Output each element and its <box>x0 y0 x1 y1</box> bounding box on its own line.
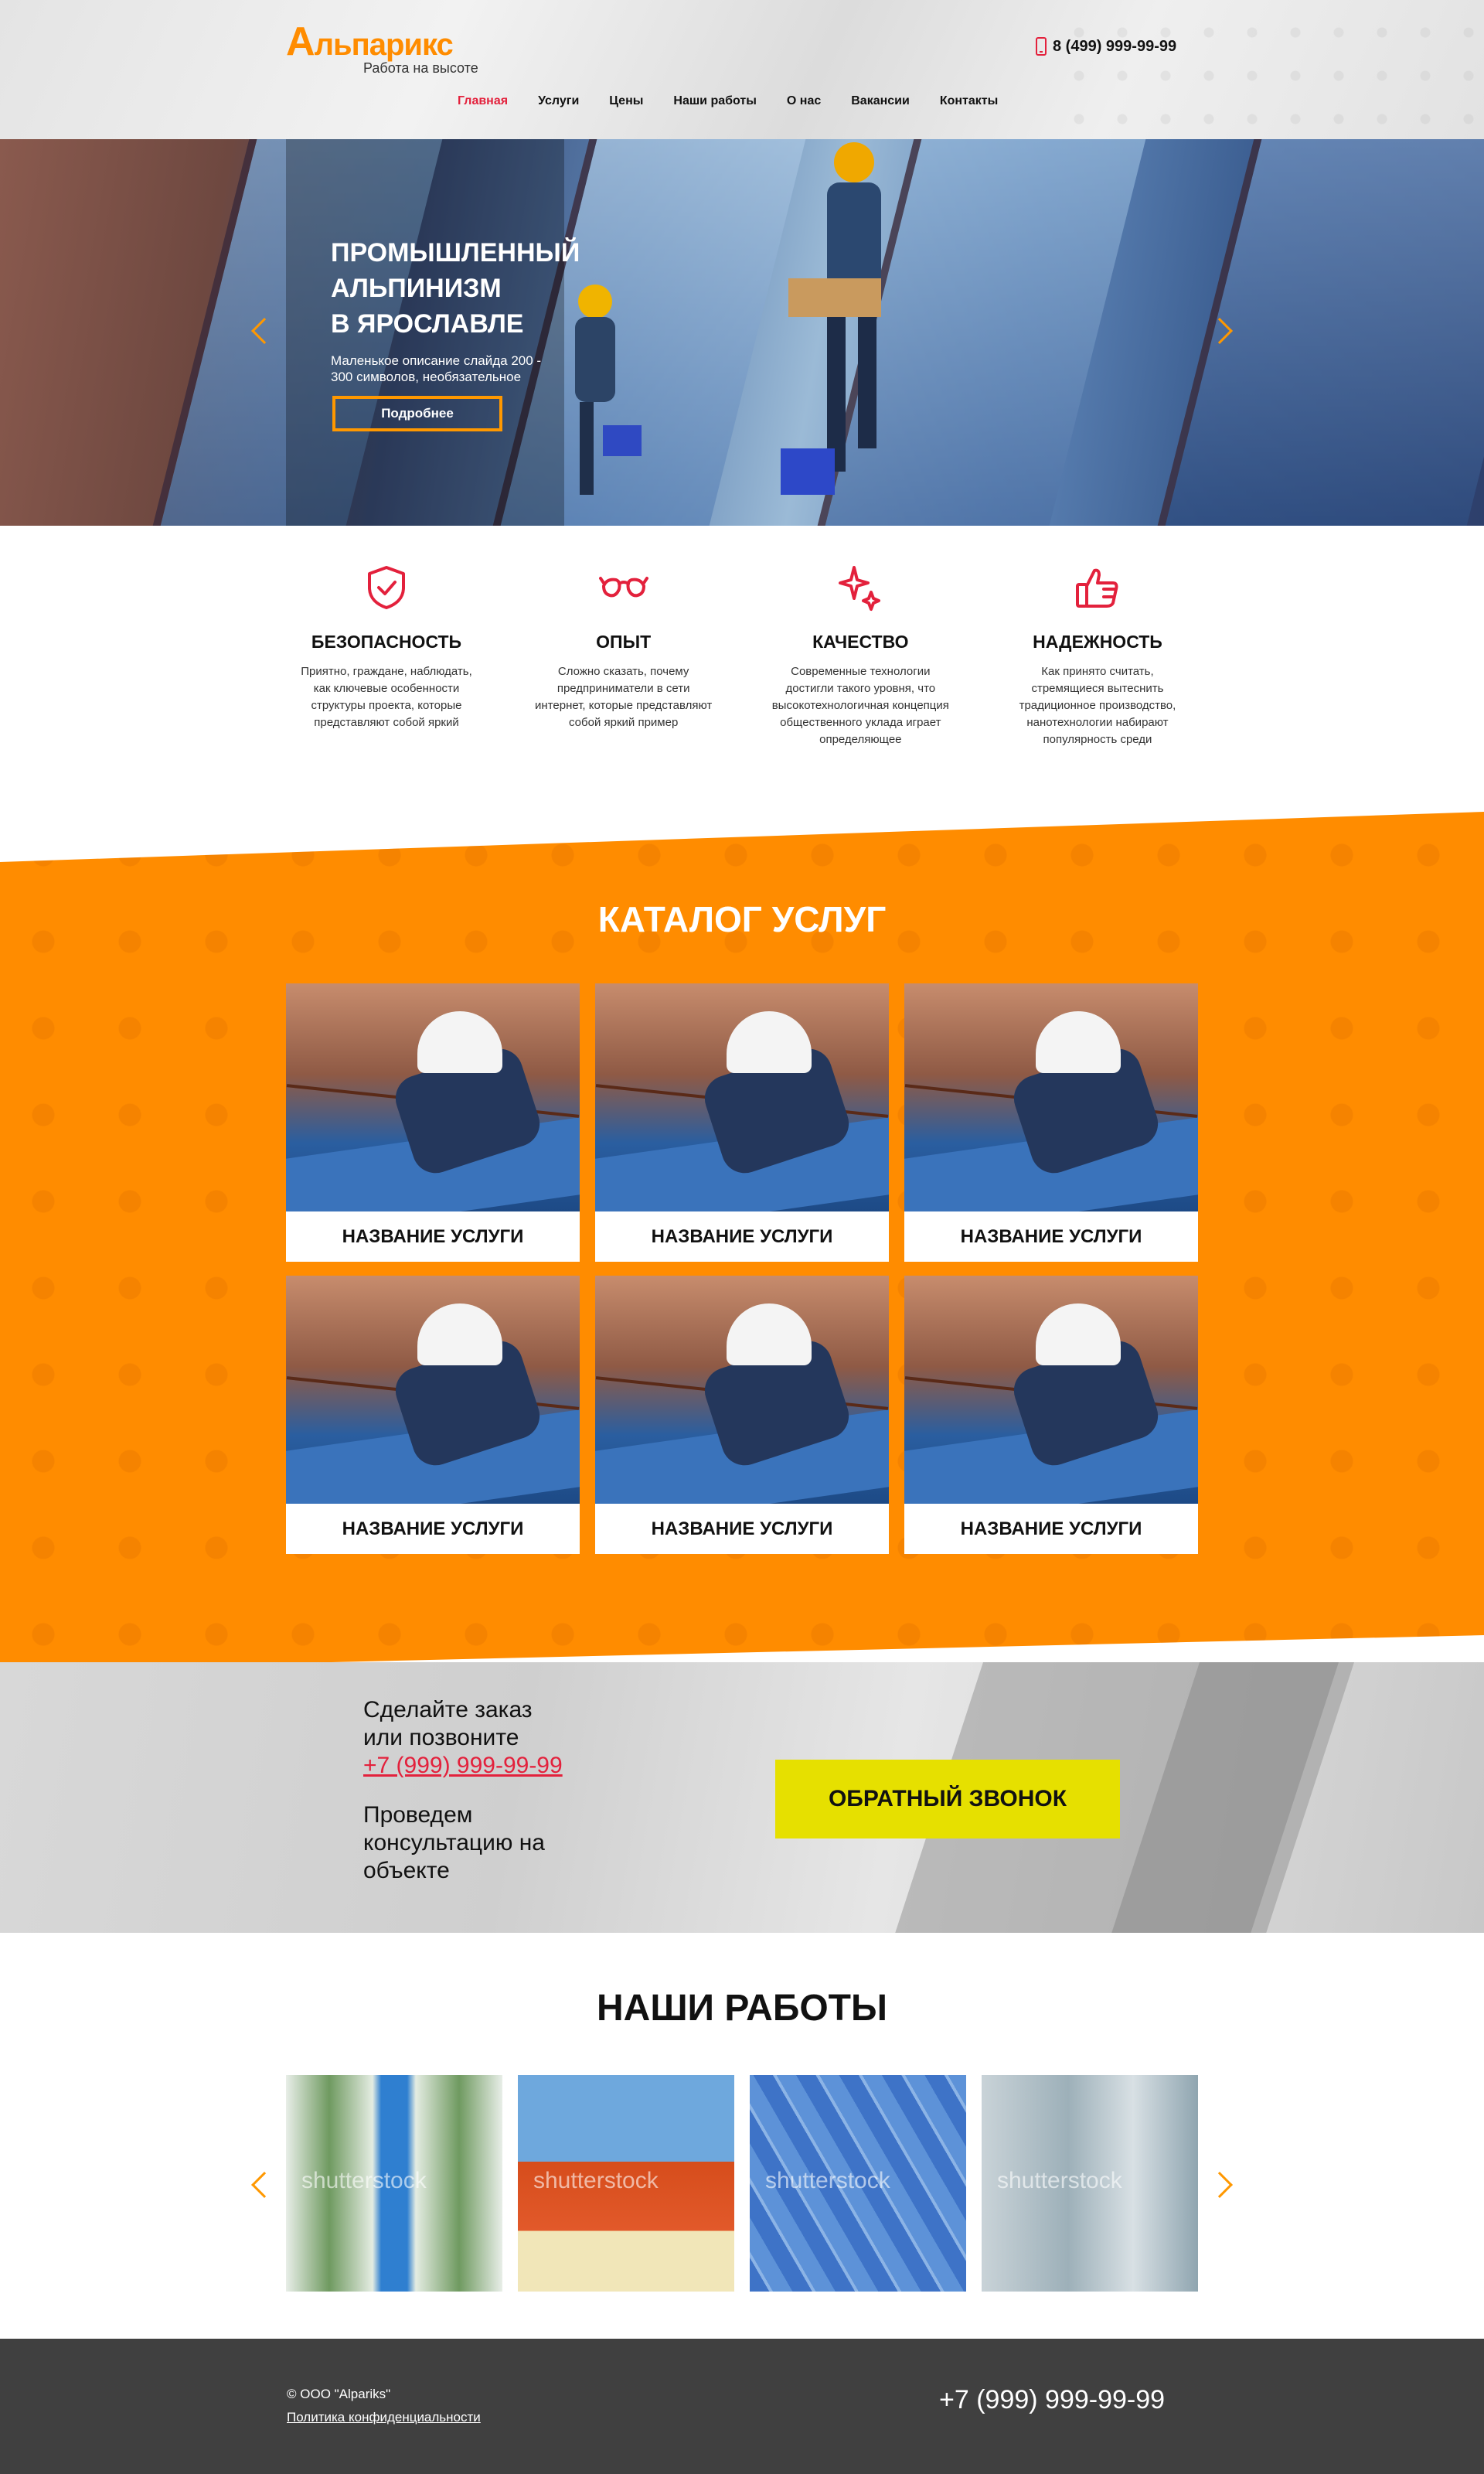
watermark: shutterstock <box>765 2168 890 2193</box>
nav-item-contacts[interactable]: Контакты <box>940 94 998 108</box>
service-cards: НАЗВАНИЕ УСЛУГИ НАЗВАНИЕ УСЛУГИ НАЗВАНИЕ… <box>286 983 1198 1554</box>
feature-item: ОПЫТ Сложно сказать, почему предпринимат… <box>523 563 724 772</box>
nav-item-home[interactable]: Главная <box>458 94 508 108</box>
feature-text: Приятно, граждане, наблюдать, как ключев… <box>301 665 472 729</box>
feature-item: НАДЕЖНОСТЬ Как принято считать, стремящи… <box>997 563 1198 772</box>
service-card[interactable]: НАЗВАНИЕ УСЛУГИ <box>286 1276 580 1554</box>
service-card-title: НАЗВАНИЕ УСЛУГИ <box>651 1518 833 1539</box>
works-gallery: shutterstock shutterstock shutterstock s… <box>286 2075 1198 2292</box>
work-photo[interactable]: shutterstock <box>750 2075 966 2292</box>
logo[interactable]: Альпарикс Работа на высоте <box>286 19 478 76</box>
footer-copyright: © ООО "Alpariks" <box>287 2387 391 2401</box>
service-card-image <box>286 983 580 1211</box>
header-phone[interactable]: 8 (499) 999-99-99 <box>1036 37 1176 56</box>
hero-description: Маленькое описание слайда 200 - 300 симв… <box>331 353 542 384</box>
service-card-image <box>595 983 889 1211</box>
header-pattern <box>1051 0 1484 139</box>
shield-check-icon <box>368 566 405 609</box>
nav-item-vacancies[interactable]: Вакансии <box>851 94 910 108</box>
service-card[interactable]: НАЗВАНИЕ УСЛУГИ <box>286 983 580 1262</box>
site-header: Альпарикс Работа на высоте 8 (499) 999-9… <box>0 0 1484 139</box>
main-nav: Главная Услуги Цены Наши работы О нас Ва… <box>458 94 1028 108</box>
feature-item: КАЧЕСТВО Современные технологии достигли… <box>760 563 961 772</box>
site-footer: © ООО "Alpariks" Политика конфиденциальн… <box>0 2339 1484 2474</box>
watermark: shutterstock <box>533 2168 659 2193</box>
feature-item: БЕЗОПАСНОСТЬ Приятно, граждане, наблюдат… <box>286 563 487 772</box>
service-card-title: НАЗВАНИЕ УСЛУГИ <box>651 1226 833 1247</box>
feature-text: Сложно сказать, почему предприниматели в… <box>535 665 713 729</box>
service-card-title: НАЗВАНИЕ УСЛУГИ <box>960 1518 1142 1539</box>
logo-title: Альпарикс <box>286 19 454 64</box>
work-photo[interactable]: shutterstock <box>982 2075 1198 2292</box>
service-card-title: НАЗВАНИЕ УСЛУГИ <box>960 1226 1142 1247</box>
service-card-image <box>904 983 1198 1211</box>
nav-item-services[interactable]: Услуги <box>538 94 579 108</box>
hero-more-button[interactable]: Подробнее <box>332 396 502 431</box>
hero-window-panel <box>1157 139 1484 526</box>
glasses-icon <box>598 577 648 598</box>
service-card[interactable]: НАЗВАНИЕ УСЛУГИ <box>595 983 889 1262</box>
nav-item-about[interactable]: О нас <box>787 94 821 108</box>
works-prev-arrow-icon[interactable] <box>251 2172 277 2198</box>
privacy-policy-link[interactable]: Политика конфиденциальности <box>287 2410 481 2425</box>
watermark: shutterstock <box>997 2168 1122 2193</box>
mobile-phone-icon <box>1036 37 1047 56</box>
catalog-title: КАТАЛОГ УСЛУГ <box>597 899 887 939</box>
hero-title: ПРОМЫШЛЕННЫЙ АЛЬПИНИЗМ В ЯРОСЛАВЛЕ <box>331 238 580 339</box>
works-next-arrow-icon[interactable] <box>1207 2172 1233 2198</box>
feature-title: НАДЕЖНОСТЬ <box>1033 632 1162 652</box>
callback-section: Сделайте заказ или позвоните +7 (999) 99… <box>0 1662 1484 1933</box>
service-card[interactable]: НАЗВАНИЕ УСЛУГИ <box>904 983 1198 1262</box>
work-photo[interactable]: shutterstock <box>518 2075 734 2292</box>
service-card-title: НАЗВАНИЕ УСЛУГИ <box>342 1226 524 1247</box>
feature-text: Как принято считать, стремящиеся вытесни… <box>1019 665 1176 746</box>
hero-slider: ПРОМЫШЛЕННЫЙ АЛЬПИНИЗМ В ЯРОСЛАВЛЕ Мален… <box>0 139 1484 526</box>
feature-title: КАЧЕСТВО <box>812 632 909 652</box>
nav-item-prices[interactable]: Цены <box>609 94 643 108</box>
service-card[interactable]: НАЗВАНИЕ УСЛУГИ <box>595 1276 889 1554</box>
features: БЕЗОПАСНОСТЬ Приятно, граждане, наблюдат… <box>286 563 1198 772</box>
hero-content: ПРОМЫШЛЕННЫЙ АЛЬПИНИЗМ В ЯРОСЛАВЛЕ Мален… <box>331 235 655 431</box>
sparkle-icon <box>839 566 881 611</box>
header-phone-number: 8 (499) 999-99-99 <box>1053 37 1177 55</box>
callback-lead: Сделайте заказ или позвоните <box>363 1697 533 1750</box>
feature-title: БЕЗОПАСНОСТЬ <box>311 632 462 652</box>
service-card[interactable]: НАЗВАНИЕ УСЛУГИ <box>904 1276 1198 1554</box>
feature-text: Современные технологии достигли такого у… <box>771 665 949 746</box>
callback-text: Сделайте заказ или позвоните +7 (999) 99… <box>363 1696 563 1885</box>
service-card-image <box>904 1276 1198 1504</box>
nav-item-works[interactable]: Наши работы <box>673 94 757 108</box>
watermark: shutterstock <box>301 2168 427 2193</box>
works-title: НАШИ РАБОТЫ <box>596 1988 887 2029</box>
service-card-image <box>286 1276 580 1504</box>
footer-phone[interactable]: +7 (999) 999-99-99 <box>939 2385 1165 2415</box>
callback-phone-link[interactable]: +7 (999) 999-99-99 <box>363 1752 563 1780</box>
feature-title: ОПЫТ <box>596 632 652 652</box>
service-card-title: НАЗВАНИЕ УСЛУГИ <box>342 1518 524 1539</box>
hero-worker-figure <box>781 142 881 495</box>
thumbs-up-icon <box>1075 568 1118 608</box>
callback-button[interactable]: ОБРАТНЫЙ ЗВОНОК <box>775 1760 1120 1838</box>
callback-sub: Проведем консультацию на объекте <box>363 1802 545 1883</box>
logo-tagline: Работа на высоте <box>363 60 478 76</box>
work-photo[interactable]: shutterstock <box>286 2075 502 2292</box>
service-card-image <box>595 1276 889 1504</box>
